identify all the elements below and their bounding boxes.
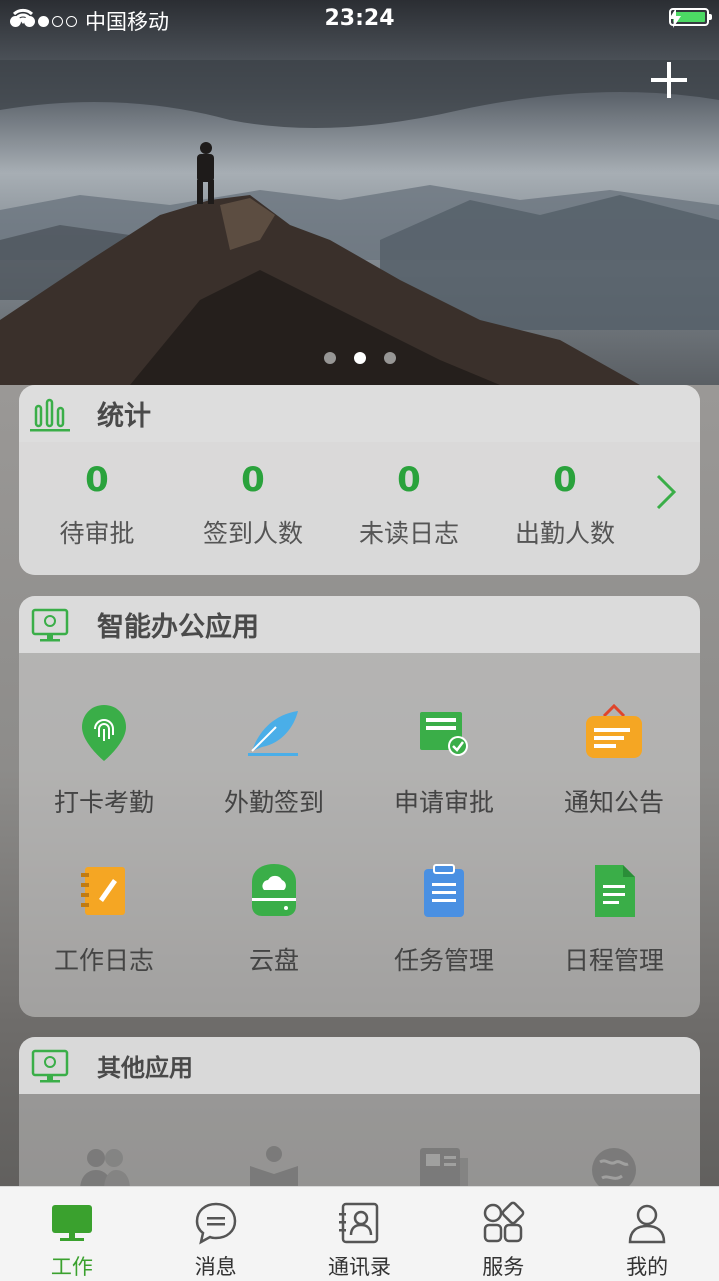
document-icon	[582, 859, 646, 923]
tab-label: 通讯录	[327, 1255, 391, 1279]
user-icon	[575, 1201, 719, 1245]
stats-card: 统计 0 待审批 0 签到人数 0 未读日志 0 出勤人数	[19, 385, 700, 575]
other-apps-grid	[19, 1094, 700, 1194]
stat-label: 签到人数	[202, 519, 303, 548]
app-work-log[interactable]: 工作日志	[19, 859, 189, 977]
tab-label: 消息	[194, 1255, 237, 1279]
other-apps-title: 其他应用	[97, 1054, 193, 1082]
tab-bar: 工作 消息 通讯录 服务 我的	[0, 1186, 719, 1281]
tab-label: 我的	[626, 1255, 669, 1279]
hero-banner[interactable]: 中国移动 23:24	[0, 0, 719, 385]
app-schedule[interactable]: 日程管理	[529, 859, 699, 977]
stat-checkin-count[interactable]: 0 签到人数	[175, 442, 331, 575]
tab-messages[interactable]: 消息	[144, 1187, 288, 1281]
pager-dot[interactable]	[383, 352, 396, 364]
charging-bolt-icon	[669, 8, 681, 28]
approval-card-icon	[412, 701, 476, 765]
cloud-drive-icon	[242, 859, 306, 923]
tab-contacts[interactable]: 通讯录	[288, 1187, 432, 1281]
stat-unread-logs[interactable]: 0 未读日志	[331, 442, 487, 575]
app-notice[interactable]: 通知公告	[529, 701, 699, 819]
stat-value: 0	[397, 460, 421, 500]
tab-work[interactable]: 工作	[0, 1187, 144, 1281]
monitor-icon	[0, 1201, 144, 1245]
app-label: 打卡考勤	[53, 788, 154, 817]
app-label: 日程管理	[563, 946, 664, 975]
other-apps-header: 其他应用	[19, 1037, 700, 1094]
app-label: 申请审批	[393, 788, 494, 817]
notebook-icon	[72, 859, 136, 923]
notice-board-icon	[582, 701, 646, 765]
carousel-pager[interactable]	[0, 352, 719, 364]
smart-apps-header: 智能办公应用	[19, 596, 700, 653]
stat-value: 0	[241, 460, 265, 500]
monitor-icon	[27, 1043, 73, 1089]
tab-label: 工作	[50, 1255, 93, 1279]
tab-mine[interactable]: 我的	[575, 1187, 719, 1281]
app-label: 外勤签到	[223, 788, 324, 817]
stats-row[interactable]: 0 待审批 0 签到人数 0 未读日志 0 出勤人数	[19, 442, 700, 575]
chat-bubble-icon	[144, 1201, 288, 1245]
app-label: 云盘	[248, 946, 299, 975]
feather-icon	[242, 701, 306, 765]
app-cloud-drive[interactable]: 云盘	[189, 859, 359, 977]
app-clock-in[interactable]: 打卡考勤	[19, 701, 189, 819]
pager-dot[interactable]	[323, 352, 336, 364]
app-label: 任务管理	[393, 946, 494, 975]
services-grid-icon	[431, 1201, 575, 1245]
stat-pending-approval[interactable]: 0 待审批	[19, 442, 175, 575]
status-bar: 中国移动 23:24	[0, 0, 719, 40]
bar-chart-icon	[27, 391, 73, 437]
contacts-book-icon	[288, 1201, 432, 1245]
pager-dot-active[interactable]	[353, 352, 366, 364]
stat-value: 0	[553, 460, 577, 500]
tab-services[interactable]: 服务	[431, 1187, 575, 1281]
app-field-checkin[interactable]: 外勤签到	[189, 701, 359, 819]
smart-apps-title: 智能办公应用	[97, 612, 259, 643]
stats-title: 统计	[97, 401, 151, 432]
stat-label: 出勤人数	[514, 519, 615, 548]
app-approval-request[interactable]: 申请审批	[359, 701, 529, 819]
monitor-icon	[27, 602, 73, 648]
stat-label: 未读日志	[358, 519, 459, 548]
smart-apps-grid: 打卡考勤 外勤签到 申请审批 通知公告 工作日志 云盘 任务管理 日程管理	[19, 653, 700, 977]
smart-apps-card: 智能办公应用 打卡考勤 外勤签到 申请审批 通知公告 工作日志 云盘 任务管理 …	[19, 596, 700, 1017]
stat-value: 0	[85, 460, 109, 500]
app-label: 工作日志	[53, 946, 154, 975]
app-task-management[interactable]: 任务管理	[359, 859, 529, 977]
stat-label: 待审批	[59, 519, 135, 548]
app-label: 通知公告	[563, 788, 664, 817]
clock: 23:24	[324, 6, 395, 31]
location-fingerprint-icon	[72, 701, 136, 765]
tab-label: 服务	[482, 1255, 525, 1279]
stat-attendance-count[interactable]: 0 出勤人数	[487, 442, 643, 575]
chevron-right-icon[interactable]	[650, 472, 680, 512]
add-button[interactable]	[649, 60, 689, 100]
stats-card-header: 统计	[19, 385, 700, 442]
clipboard-icon	[412, 859, 476, 923]
